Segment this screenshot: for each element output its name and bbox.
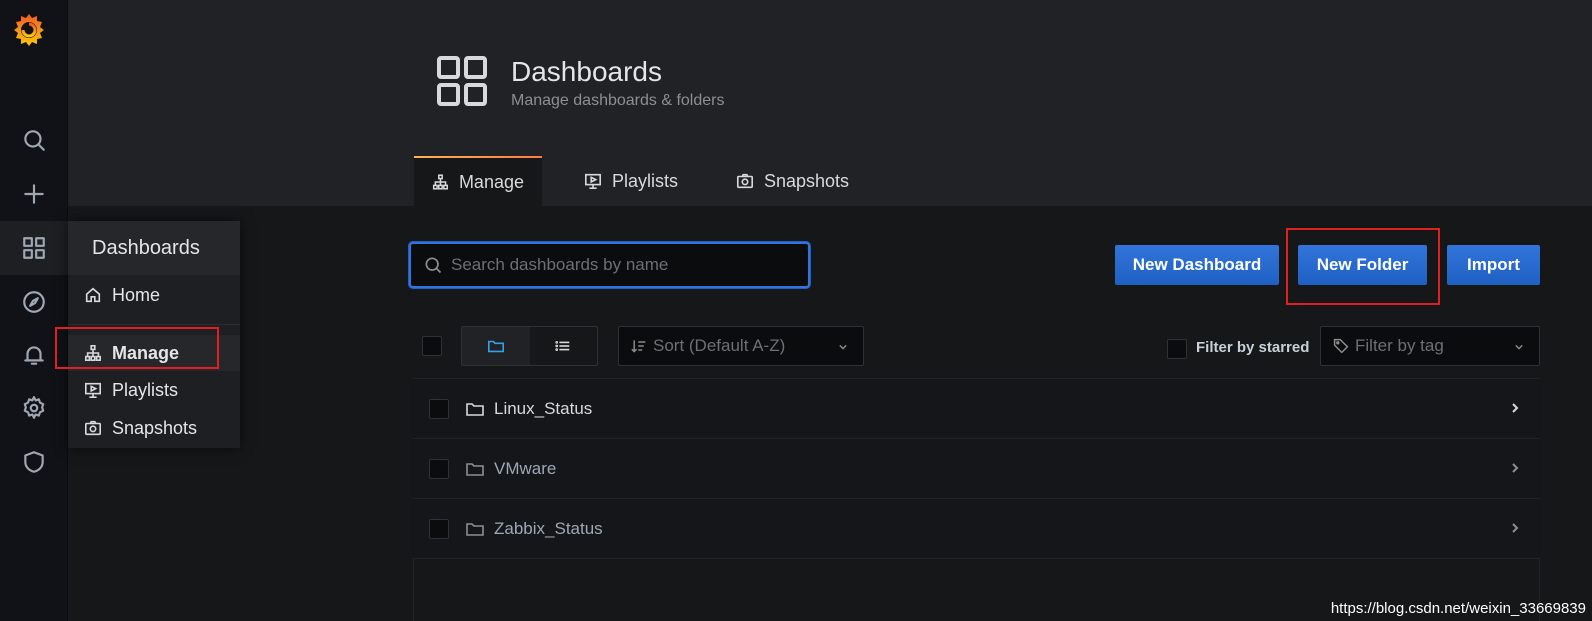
page-title: Dashboards [511, 56, 662, 87]
presentation-icon [84, 382, 102, 399]
tab-label: Playlists [612, 170, 679, 191]
chevron-right-icon [1512, 523, 1519, 533]
camera-icon [736, 173, 754, 189]
folder-view-button[interactable] [462, 327, 530, 365]
search-input[interactable] [451, 255, 791, 275]
alerting-icon[interactable] [0, 328, 68, 382]
search-icon[interactable] [0, 113, 68, 167]
chevron-down-icon [1515, 344, 1523, 350]
tag-icon [1333, 338, 1349, 354]
folder-row-zabbix-status[interactable]: Zabbix_Status [413, 498, 1540, 558]
submenu-item-label: Snapshots [112, 417, 198, 438]
row-checkbox[interactable] [429, 458, 449, 479]
submenu-title: Dashboards [68, 221, 240, 275]
grafana-logo-icon[interactable] [9, 10, 49, 50]
folder-name: VMware [494, 458, 557, 478]
tab-manage[interactable]: Manage [414, 156, 542, 206]
dashboards-submenu: Dashboards Home Manage Playlists Snapsho… [68, 221, 240, 448]
folder-name: Linux_Status [494, 398, 593, 418]
tag-placeholder: Filter by tag [1355, 336, 1444, 355]
sitemap-icon [84, 344, 102, 362]
submenu-item-label: Manage [112, 342, 180, 363]
explore-icon[interactable] [0, 275, 68, 329]
submenu-divider [68, 324, 240, 325]
camera-icon [84, 420, 102, 436]
sort-icon [631, 340, 646, 353]
folder-name: Zabbix_Status [494, 518, 603, 538]
submenu-item-playlists[interactable]: Playlists [68, 372, 240, 408]
tab-label: Manage [458, 171, 524, 192]
submenu-item-label: Home [112, 284, 161, 305]
new-dashboard-button[interactable]: New Dashboard [1115, 245, 1279, 285]
layout-toggle [461, 326, 598, 366]
submenu-item-manage[interactable]: Manage [68, 335, 240, 371]
submenu-item-label: Playlists [112, 379, 179, 400]
search-box [409, 242, 810, 288]
folder-icon [487, 340, 504, 353]
home-icon [85, 287, 101, 303]
tab-playlists[interactable]: Playlists [566, 156, 696, 206]
import-button[interactable]: Import [1447, 245, 1540, 285]
tag-filter-select[interactable]: Filter by tag [1320, 326, 1540, 366]
presentation-icon [584, 173, 602, 190]
configuration-icon[interactable] [0, 381, 68, 435]
shield-icon[interactable] [0, 435, 68, 489]
sort-select[interactable]: Sort (Default A-Z) [618, 326, 864, 366]
sitemap-icon [432, 174, 449, 190]
watermark: https://blog.csdn.net/weixin_33669839 [1330, 600, 1586, 617]
select-all-checkbox[interactable] [422, 336, 442, 356]
chevron-right-icon [1512, 463, 1519, 473]
search-icon [425, 257, 442, 274]
filter-starred-checkbox[interactable] [1167, 339, 1187, 359]
folder-row-linux-status[interactable]: Linux_Status [413, 378, 1540, 438]
chevron-down-icon [839, 344, 847, 350]
sort-placeholder: Sort (Default A-Z) [653, 336, 786, 355]
row-checkbox[interactable] [429, 398, 449, 419]
page-subtitle: Manage dashboards & folders [511, 92, 725, 109]
filter-starred-label: Filter by starred [1196, 339, 1310, 356]
folder-icon [466, 522, 484, 536]
folder-icon [466, 402, 484, 416]
folder-row-vmware[interactable]: VMware [413, 438, 1540, 498]
dashboards-icon[interactable] [0, 221, 68, 275]
plus-icon[interactable] [0, 167, 68, 221]
side-menu [0, 0, 68, 621]
list-icon [555, 341, 570, 351]
submenu-item-snapshots[interactable]: Snapshots [68, 410, 240, 446]
row-checkbox[interactable] [429, 518, 449, 539]
list-view-button[interactable] [530, 327, 598, 365]
dashboards-page-icon [437, 56, 487, 106]
chevron-right-icon [1512, 403, 1519, 413]
tab-label: Snapshots [764, 170, 850, 191]
tab-snapshots[interactable]: Snapshots [718, 156, 867, 206]
submenu-item-home[interactable]: Home [68, 277, 240, 313]
new-folder-button[interactable]: New Folder [1298, 245, 1427, 285]
folder-icon [466, 462, 484, 476]
